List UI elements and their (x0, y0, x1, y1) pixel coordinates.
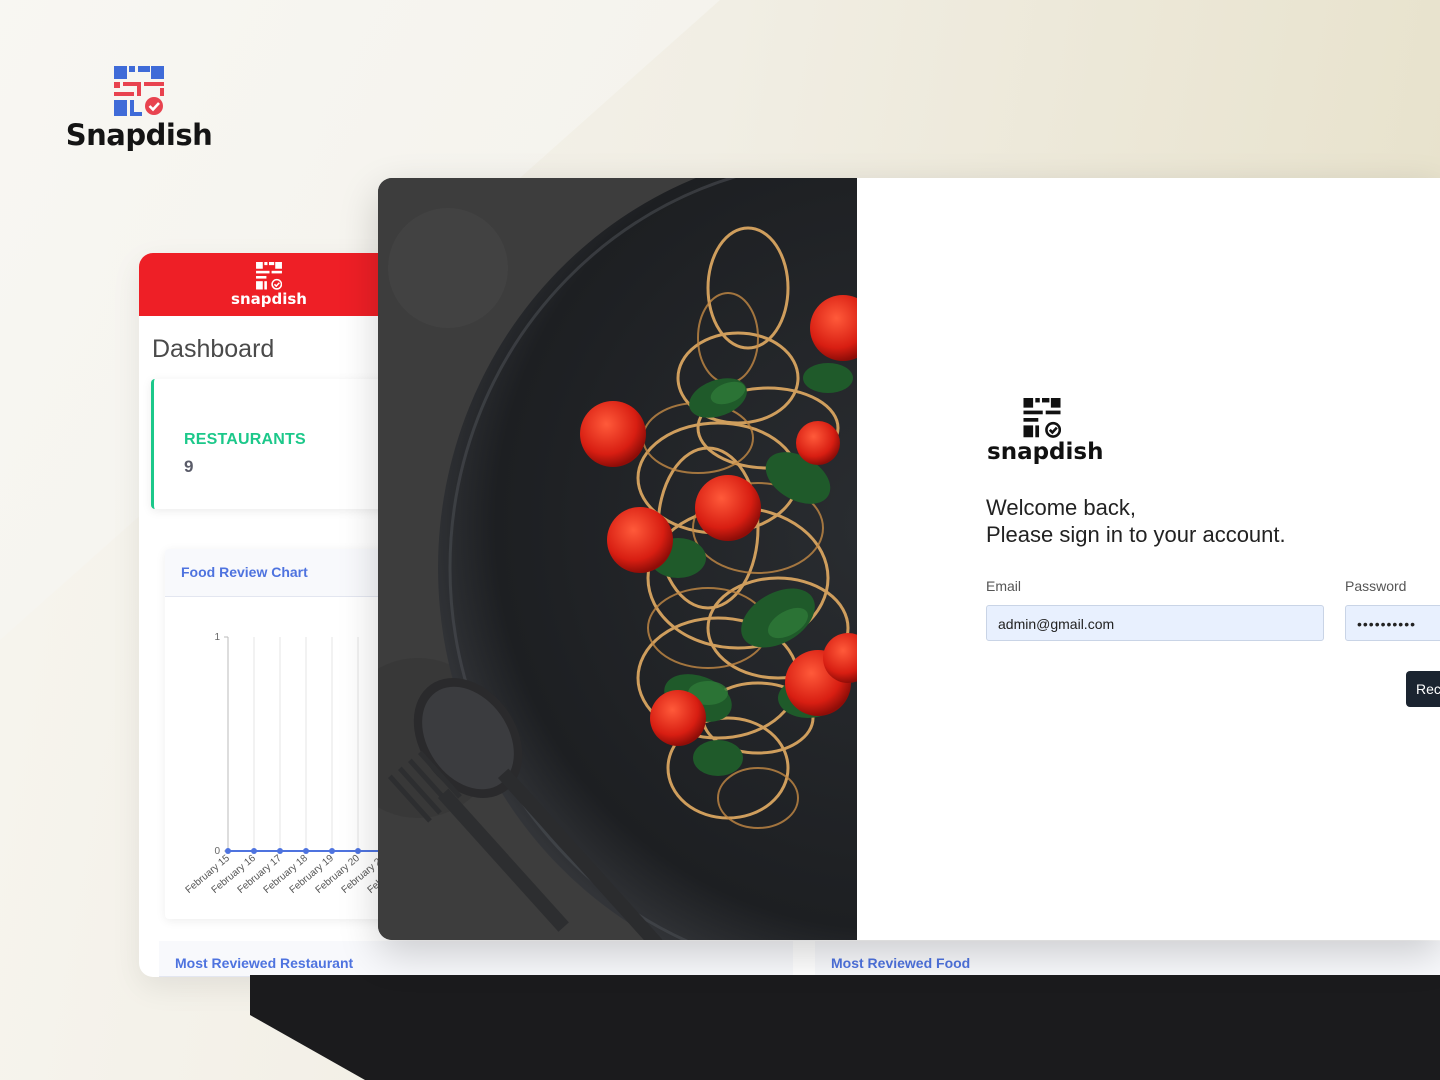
qr-check-logo-icon (1023, 398, 1062, 438)
recover-password-button[interactable]: Recover Password (1406, 671, 1440, 707)
qr-check-logo-icon (256, 262, 283, 290)
stat-label: RESTAURANTS (184, 431, 306, 448)
most-reviewed-food-header: Most Reviewed Food (815, 941, 1440, 977)
page-title: Dashboard (152, 335, 275, 363)
chart-y-tick-label: 1 (214, 632, 220, 643)
brand-name: Snapdish (65, 118, 213, 152)
welcome-line-1: Welcome back, (986, 495, 1136, 520)
welcome-line-2: Please sign in to your account. (986, 522, 1286, 547)
email-label: Email (986, 578, 1022, 594)
qr-check-logo-icon (114, 66, 164, 116)
chart-point (329, 848, 335, 854)
password-label: Password (1345, 578, 1407, 594)
chart-point (225, 848, 231, 854)
login-logo-name: snapdish (987, 439, 1104, 465)
brand-logo: Snapdish (64, 66, 214, 152)
chart-y-tick-label: 0 (214, 846, 220, 857)
dashboard-logo-name: snapdish (231, 290, 307, 308)
pasta-photo (378, 178, 857, 940)
bottom-section-headers: Most Reviewed Restaurant Most Reviewed F… (159, 941, 1440, 977)
chart-point (251, 848, 257, 854)
login-window: snapdish Welcome back, Please sign in to… (378, 178, 1440, 940)
stat-value: 9 (184, 457, 194, 476)
login-logo: snapdish (987, 398, 1104, 465)
chart-point (303, 848, 309, 854)
welcome-message: Welcome back, Please sign in to your acc… (986, 494, 1286, 548)
password-field[interactable]: •••••••••• (1345, 605, 1440, 641)
chart-point (355, 848, 361, 854)
dashboard-header: snapdish (139, 253, 399, 316)
chart-point (277, 848, 283, 854)
restaurants-stat-card[interactable]: RESTAURANTS 9 (151, 379, 411, 509)
most-reviewed-restaurant-header: Most Reviewed Restaurant (159, 941, 793, 977)
email-field[interactable]: admin@gmail.com (986, 605, 1324, 641)
login-form-area: snapdish Welcome back, Please sign in to… (857, 178, 1440, 940)
